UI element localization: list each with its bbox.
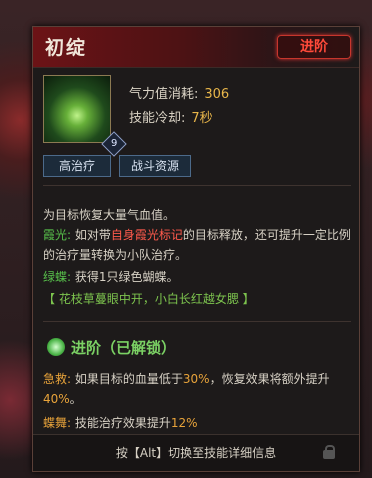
skill-tooltip: 初绽 进阶 9 气力值消耗: 306 技能冷却: 7秒 高治疗 战斗资源 为目标恢复… (32, 26, 360, 472)
skill-title: 初绽 (45, 37, 88, 59)
advance-section-title: 进阶（已解锁） (47, 337, 176, 358)
divider (43, 321, 351, 322)
jijiu-effect: 急救: 如果目标的血量低于30%，恢复效果将额外提升40%。 (43, 372, 330, 406)
tooltip-footer: 按【Alt】切换至技能详细信息 (33, 434, 359, 471)
tooltip-header: 初绽 进阶 (33, 27, 359, 68)
stat-qi-cost: 气力值消耗: 306 (129, 87, 230, 102)
flavor-text: 【 花枝草蔓眼中开，小白长红越女腮 】 (43, 292, 255, 306)
healing-skill-icon (43, 75, 111, 143)
alt-hint-text: 按【Alt】切换至技能详细信息 (115, 446, 277, 460)
tag-combat-resource: 战斗资源 (119, 155, 191, 177)
divider (43, 185, 351, 186)
lvdie-effect: 绿蝶: 获得1只绿色蝴蝶。 (43, 270, 179, 284)
advance-icon (47, 338, 65, 356)
skill-description: 为目标恢复大量气血值。 (43, 208, 176, 222)
stat-cooldown: 技能冷却: 7秒 (129, 111, 213, 126)
tag-high-heal: 高治疗 (43, 155, 111, 177)
xiaguang-effect: 霞光: 如对带自身霞光标记的目标释放，还可提升一定比例的治疗量转换为小队治疗。 (43, 228, 351, 262)
diewu-effect: 蝶舞: 技能治疗效果提升12% (43, 416, 198, 430)
advance-badge: 进阶 (277, 35, 351, 59)
lock-icon (323, 445, 335, 459)
